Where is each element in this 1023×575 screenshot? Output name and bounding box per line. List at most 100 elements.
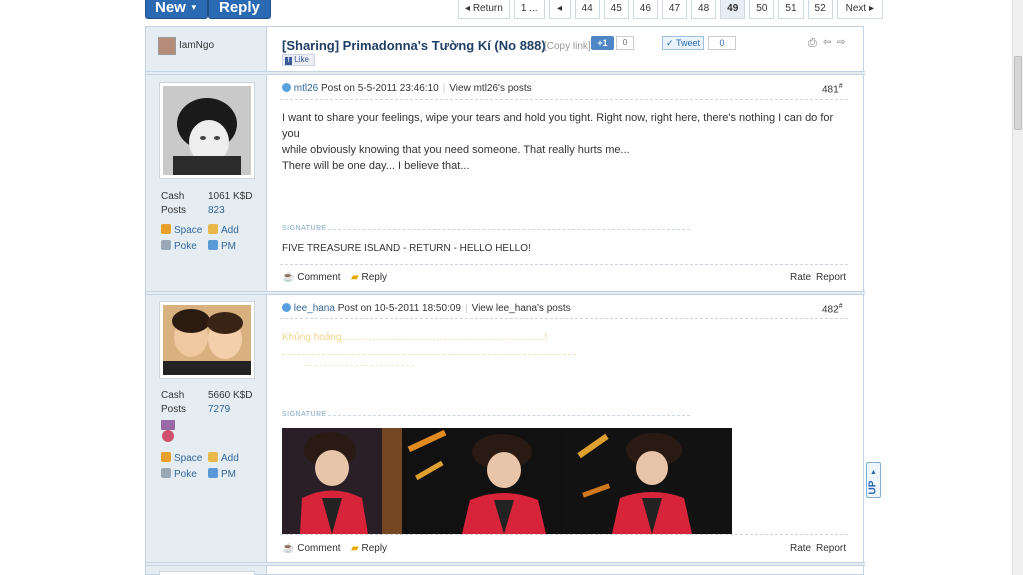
page-first-button[interactable]: 1 ... xyxy=(513,0,545,19)
next-post-avatar[interactable] xyxy=(159,571,255,575)
post-481-body: I want to share your feelings, wipe your… xyxy=(282,110,842,174)
pm-label: PM xyxy=(221,469,236,480)
page-44[interactable]: 44 xyxy=(574,0,600,19)
online-status-icon xyxy=(282,83,291,92)
page-scrollbar[interactable] xyxy=(1012,0,1023,575)
cash-label: Cash xyxy=(161,191,185,202)
next-page-button[interactable]: Next ▸ xyxy=(836,0,884,19)
fb-like-button[interactable]: f Like xyxy=(282,54,315,66)
post-separator xyxy=(146,562,865,566)
posts-label: Posts xyxy=(161,205,187,216)
decor-line xyxy=(304,365,414,366)
back-arrow-icon: ◂ xyxy=(465,3,471,14)
mail-icon xyxy=(208,468,218,478)
view-author-posts[interactable]: View lee_hana's posts xyxy=(472,303,571,314)
comment-button[interactable]: ☕ Comment xyxy=(282,543,341,554)
cash-value: 5660 K$D xyxy=(208,390,253,401)
print-icon[interactable]: ⎙ xyxy=(808,37,817,50)
reply-label: Reply xyxy=(361,272,388,283)
signature-image xyxy=(282,428,732,534)
page-46[interactable]: 46 xyxy=(632,0,658,19)
plusone-button[interactable]: +1 xyxy=(591,36,614,50)
page-51[interactable]: 51 xyxy=(778,0,804,19)
page-48[interactable]: 48 xyxy=(691,0,717,19)
pm-link[interactable]: PM xyxy=(208,240,236,252)
thread-author-name[interactable]: IamNgo xyxy=(179,40,214,51)
post-author[interactable]: lee_hana xyxy=(294,303,335,314)
space-label: Space xyxy=(174,225,203,236)
post-line: There will be one day... I believe that.… xyxy=(282,160,470,172)
post-482-avatar[interactable] xyxy=(159,301,255,379)
thread-author-avatar[interactable] xyxy=(158,37,176,55)
add-friend-icon xyxy=(208,452,218,462)
pm-link[interactable]: PM xyxy=(208,468,236,480)
post-author[interactable]: mtl26 xyxy=(294,83,318,94)
post-482-body: Khủng hoảng.............................… xyxy=(282,332,548,343)
add-friend-link[interactable]: Add xyxy=(208,452,239,464)
comment-button[interactable]: ☕ Comment xyxy=(282,272,341,283)
plusone-count: 0 xyxy=(616,36,634,50)
avatar-photo xyxy=(163,86,251,175)
add-friend-link[interactable]: Add xyxy=(208,224,239,236)
post-481-avatar[interactable] xyxy=(159,82,255,179)
posts-label: Posts xyxy=(161,404,187,415)
post-line: while obviously knowing that you need so… xyxy=(282,144,630,156)
reply-button[interactable]: ▰ Reply xyxy=(351,543,387,554)
prev-thread-icon[interactable]: ⇦ xyxy=(823,37,831,48)
pm-label: PM xyxy=(221,241,236,252)
post-date: Post on 10-5-2011 18:50:09 xyxy=(337,303,461,314)
return-button[interactable]: ◂ Return xyxy=(458,0,510,19)
return-label: Return xyxy=(472,3,503,14)
space-link[interactable]: Space xyxy=(161,224,202,236)
view-author-posts[interactable]: View mtl26's posts xyxy=(449,83,531,94)
space-link[interactable]: Space xyxy=(161,452,202,464)
report-button[interactable]: Report xyxy=(816,272,846,283)
page-47[interactable]: 47 xyxy=(661,0,688,19)
page-45[interactable]: 45 xyxy=(603,0,629,19)
poke-label: Poke xyxy=(174,241,197,252)
report-button[interactable]: Report xyxy=(816,543,846,554)
chevron-right-icon: ▸ xyxy=(868,3,875,14)
up-arrow-icon: ▲ xyxy=(870,469,877,476)
post-separator xyxy=(146,291,865,295)
medal-ribbon xyxy=(161,420,175,430)
rate-button[interactable]: Rate xyxy=(790,543,811,554)
signature-divider xyxy=(318,415,690,416)
signature-banner xyxy=(282,428,732,534)
fb-like-label: Like xyxy=(294,55,309,64)
post-footer-divider xyxy=(280,534,848,535)
scrollbar-thumb[interactable] xyxy=(1014,56,1022,130)
reply-button[interactable]: ▰ Reply xyxy=(351,272,387,283)
page-prev-button[interactable]: ◂ xyxy=(548,0,571,19)
poke-link[interactable]: Poke xyxy=(161,240,197,252)
chevron-left-icon: ◂ xyxy=(557,3,563,14)
page-52[interactable]: 52 xyxy=(807,0,833,19)
scroll-to-top-label: UP xyxy=(867,480,879,495)
copy-link[interactable]: [Copy link] xyxy=(544,41,591,52)
avatar-photo xyxy=(163,305,251,375)
add-label: Add xyxy=(221,225,239,236)
poke-link[interactable]: Poke xyxy=(161,468,197,480)
new-thread-button[interactable]: New ▼ xyxy=(145,0,208,19)
reply-thread-label: Reply xyxy=(219,0,260,16)
new-thread-label: New xyxy=(155,0,186,16)
cash-label: Cash xyxy=(161,390,185,401)
page-50[interactable]: 50 xyxy=(749,0,775,19)
next-thread-icon[interactable]: ⇨ xyxy=(837,37,845,48)
post-divider xyxy=(280,318,848,319)
home-icon xyxy=(161,452,171,462)
decor-line xyxy=(282,354,576,355)
posts-value[interactable]: 7279 xyxy=(208,404,230,415)
floor-number: 481 xyxy=(822,84,839,96)
scroll-to-top-button[interactable]: ▲ UP xyxy=(866,462,881,498)
online-status-icon xyxy=(282,303,291,312)
post-482-meta: lee_hana Post on 10-5-2011 18:50:09 | View… xyxy=(282,303,571,314)
twitter-bird-icon: ✓ xyxy=(666,38,674,48)
posts-value[interactable]: 823 xyxy=(208,205,225,216)
reply-thread-button[interactable]: Reply xyxy=(208,0,271,19)
tweet-button[interactable]: ✓ Tweet xyxy=(662,36,704,50)
post-floor: 482# xyxy=(822,303,843,315)
next-label: Next xyxy=(845,3,867,14)
rate-button[interactable]: Rate xyxy=(790,272,811,283)
reply-bubble-icon: ▰ xyxy=(351,543,359,554)
